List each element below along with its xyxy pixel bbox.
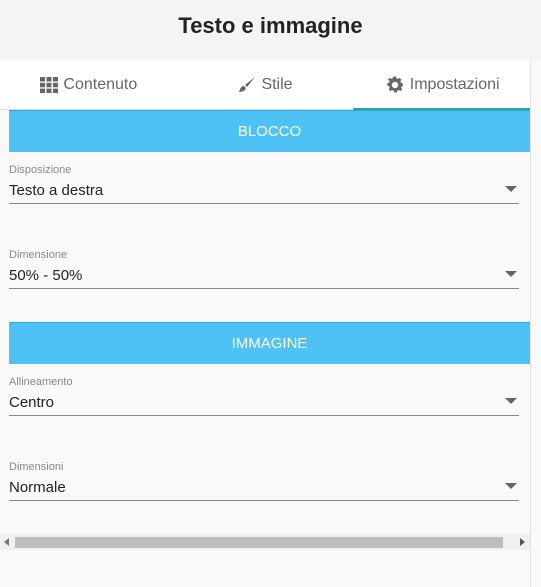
scrollbar-thumb[interactable]: [15, 537, 503, 548]
dimensione-field: Dimensione 50% - 50%: [9, 248, 519, 289]
scroll-left-icon[interactable]: [4, 538, 9, 546]
section-header-immagine: IMMAGINE: [9, 322, 530, 364]
chevron-down-icon: [505, 398, 517, 404]
allineamento-select[interactable]: Centro: [9, 389, 519, 416]
panel-header: Testo e immagine: [0, 0, 541, 60]
select-value: 50% - 50%: [9, 266, 83, 284]
section-title: IMMAGINE: [231, 335, 308, 352]
field-label: Allineamento: [9, 376, 73, 388]
settings-panel: Testo e immagine Contenuto Stile Imposta…: [0, 0, 541, 587]
disposizione-select[interactable]: Testo a destra: [9, 177, 519, 204]
select-value: Testo a destra: [9, 181, 104, 199]
section-header-blocco: BLOCCO: [9, 110, 530, 152]
dimensioni-field: Dimensioni Normale: [9, 460, 519, 501]
select-value: Centro: [9, 393, 55, 411]
tab-label: Stile: [261, 75, 293, 93]
field-label: Dimensioni: [9, 461, 64, 473]
tab-label: Impostazioni: [409, 75, 500, 93]
chevron-down-icon: [505, 483, 517, 489]
section-title: BLOCCO: [237, 123, 302, 140]
tab-stile[interactable]: Stile: [177, 60, 354, 109]
horizontal-scrollbar[interactable]: [0, 534, 530, 550]
field-label: Dimensione: [9, 249, 68, 261]
allineamento-field: Allineamento Centro: [9, 375, 519, 416]
tab-bar: Contenuto Stile Impostazioni: [0, 60, 530, 110]
select-value: Normale: [9, 478, 66, 496]
dimensione-select[interactable]: 50% - 50%: [9, 262, 519, 289]
brush-icon: [237, 75, 257, 95]
chevron-down-icon: [505, 186, 517, 192]
grid-icon: [39, 76, 59, 94]
tab-impostazioni[interactable]: Impostazioni: [353, 60, 530, 110]
gear-icon: [384, 74, 406, 96]
disposizione-field: Disposizione Testo a destra: [9, 163, 519, 204]
tab-label: Contenuto: [63, 75, 138, 93]
chevron-down-icon: [505, 271, 517, 277]
panel-title: Testo e immagine: [178, 13, 363, 38]
tab-contenuto[interactable]: Contenuto: [0, 60, 177, 109]
field-label: Disposizione: [9, 164, 72, 176]
scroll-right-icon[interactable]: [520, 538, 525, 546]
dimensioni-select[interactable]: Normale: [9, 474, 519, 501]
panel-edge-divider: [530, 60, 531, 587]
